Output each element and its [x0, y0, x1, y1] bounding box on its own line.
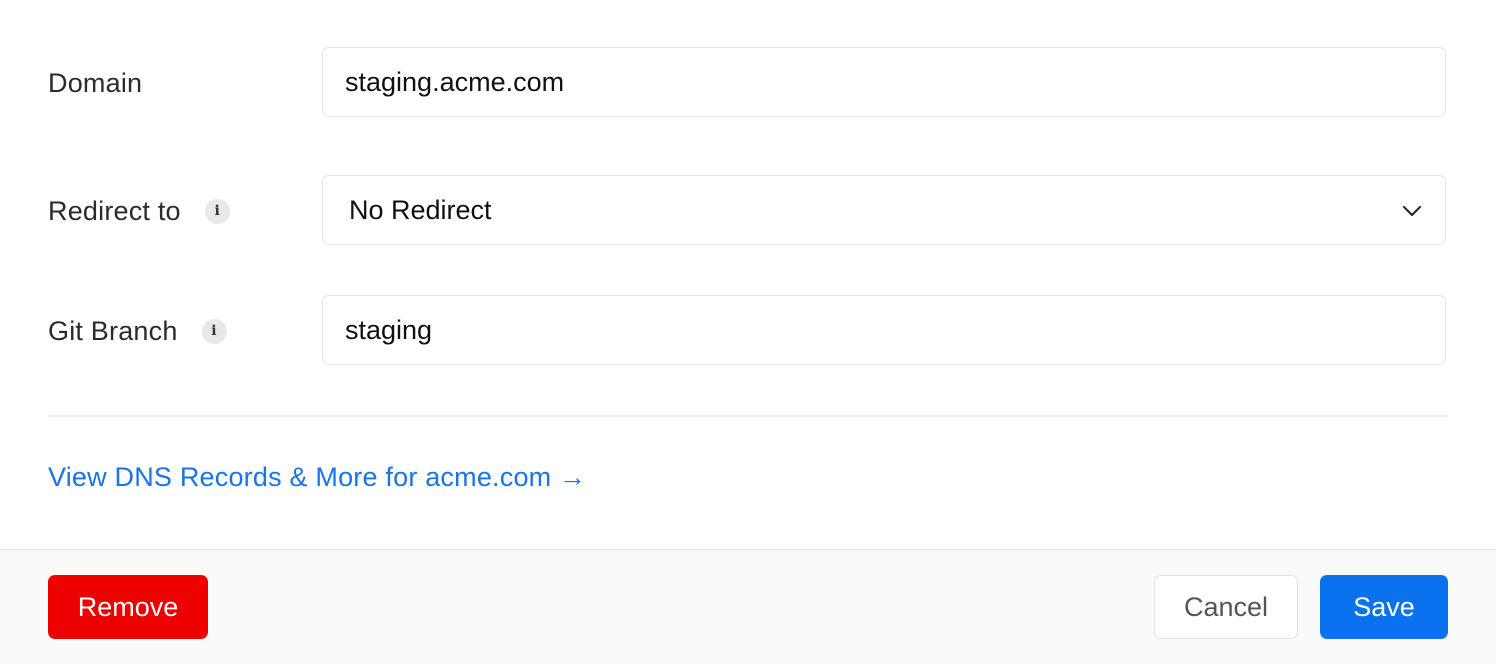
redirect-label-text: Redirect to [48, 195, 181, 226]
redirect-select[interactable]: No Redirect [322, 175, 1446, 245]
domain-label: Domain [48, 47, 142, 119]
chevron-down-icon [1403, 206, 1421, 216]
git-branch-row: Git Branch i staging [0, 295, 1496, 367]
git-branch-input[interactable]: staging [322, 295, 1446, 365]
domain-settings-panel: Domain staging.acme.com Redirect to i No… [0, 0, 1496, 664]
domain-input[interactable]: staging.acme.com [322, 47, 1446, 117]
save-button[interactable]: Save [1320, 575, 1448, 639]
info-icon[interactable]: i [204, 198, 230, 224]
redirect-row: Redirect to i No Redirect [0, 175, 1496, 247]
info-icon[interactable]: i [201, 318, 227, 344]
domain-row: Domain staging.acme.com [0, 47, 1496, 119]
view-dns-records-link[interactable]: View DNS Records & More for acme.com → [48, 462, 586, 493]
footer-actions: Remove Cancel Save [0, 549, 1496, 664]
cancel-button[interactable]: Cancel [1154, 575, 1298, 639]
domain-input-value: staging.acme.com [345, 66, 565, 97]
git-branch-input-value: staging [345, 314, 433, 345]
remove-button[interactable]: Remove [48, 575, 208, 639]
git-branch-label-text: Git Branch [48, 315, 178, 346]
git-branch-label: Git Branch i [48, 295, 227, 367]
redirect-label: Redirect to i [48, 175, 230, 247]
domain-label-text: Domain [48, 67, 143, 98]
redirect-selected-value: No Redirect [349, 194, 492, 225]
divider [48, 415, 1448, 417]
